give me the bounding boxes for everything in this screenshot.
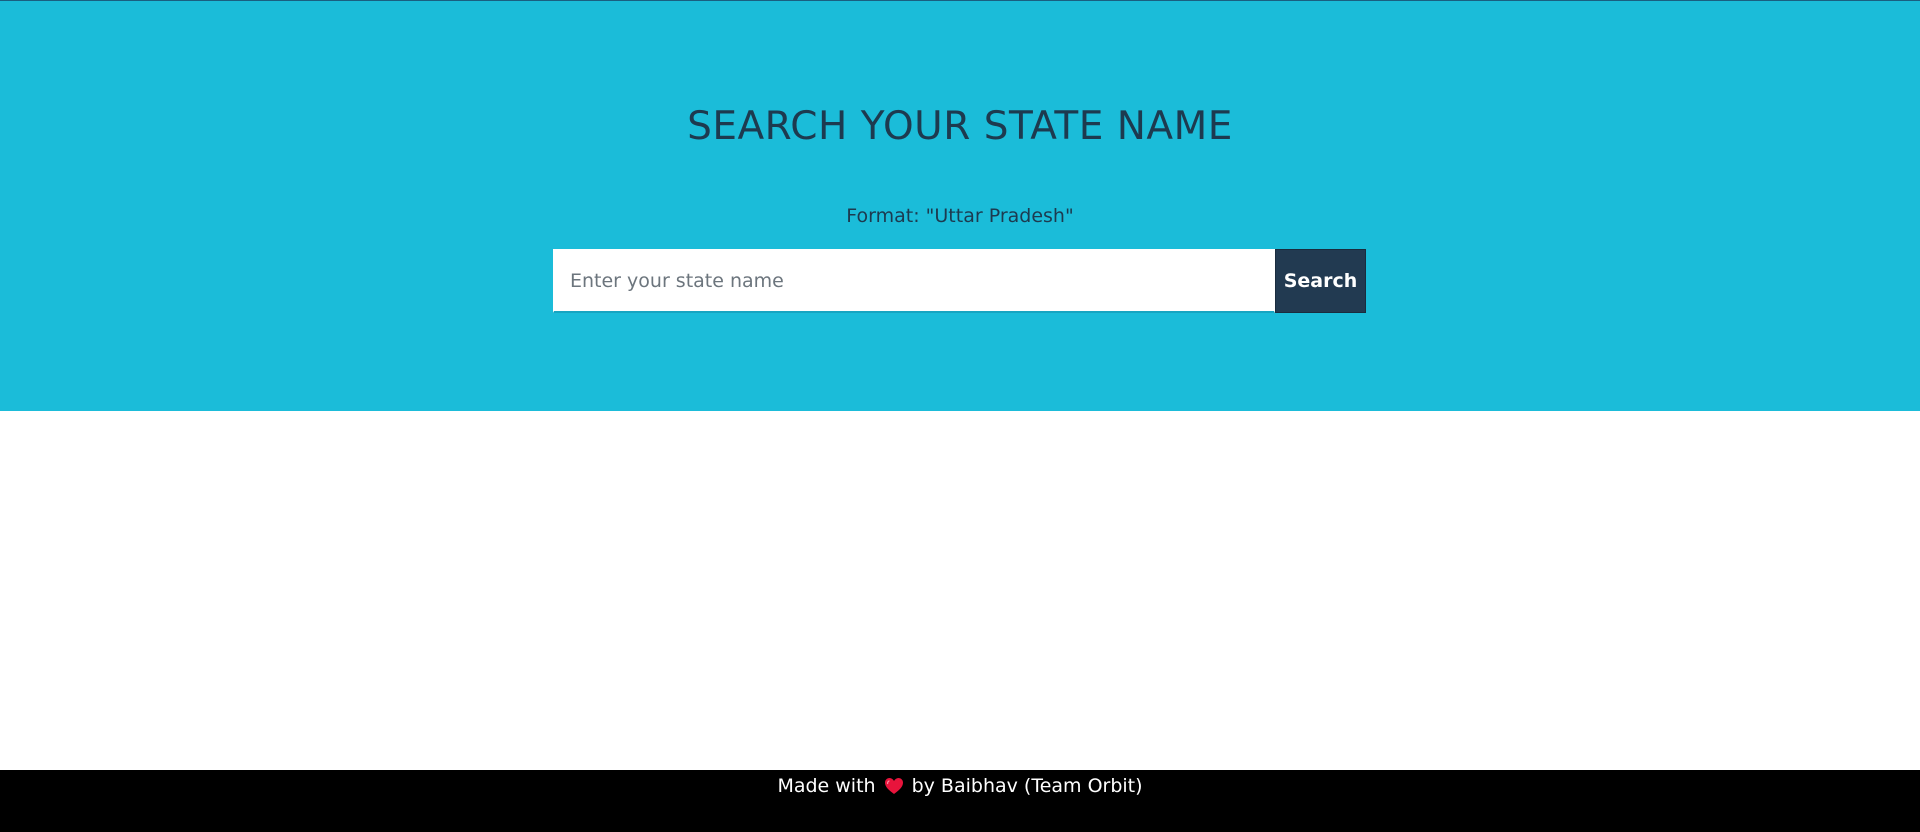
footer: Made with by Baibhav (Team Orbit) <box>0 770 1920 832</box>
search-form: Search <box>553 249 1366 313</box>
hero-banner: SEARCH YOUR STATE NAME Format: "Uttar Pr… <box>0 0 1920 411</box>
footer-suffix: by Baibhav (Team Orbit) <box>911 775 1143 797</box>
state-search-input[interactable] <box>553 249 1275 313</box>
format-hint: Format: "Uttar Pradesh" <box>846 205 1074 227</box>
page-title: SEARCH YOUR STATE NAME <box>687 104 1233 149</box>
footer-prefix: Made with <box>777 775 876 797</box>
heart-icon <box>884 773 904 805</box>
search-button[interactable]: Search <box>1275 249 1366 313</box>
